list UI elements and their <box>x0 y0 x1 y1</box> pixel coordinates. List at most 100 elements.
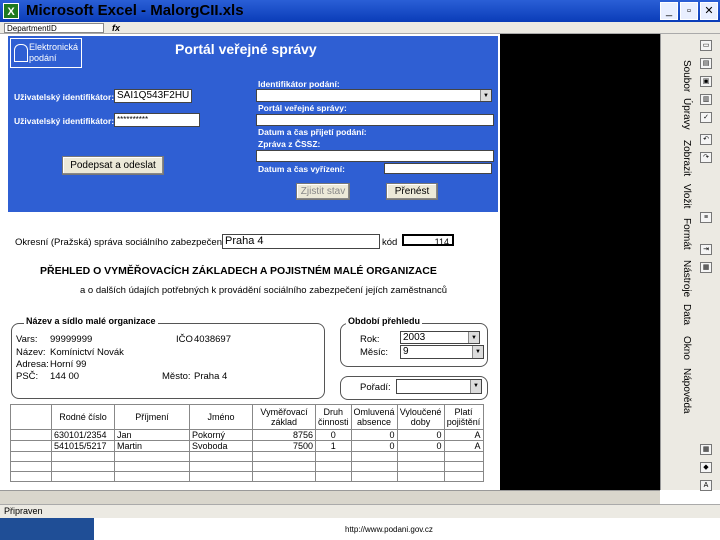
month-label: Měsíc: <box>360 347 388 358</box>
transfer-button[interactable]: Přenést <box>386 183 438 200</box>
indent-icon[interactable]: ⇥ <box>700 244 712 255</box>
table-cell[interactable]: A <box>443 429 484 441</box>
table-row[interactable] <box>10 461 484 472</box>
month-combo[interactable]: 9 ▼ <box>400 345 484 359</box>
menu-upravy[interactable]: Úpravy <box>670 98 692 130</box>
open-file-icon[interactable]: ▤ <box>700 58 712 69</box>
spelling-icon[interactable]: ✓ <box>700 112 712 123</box>
submission-id-combo[interactable]: ▼ <box>256 89 492 102</box>
window-title: Microsoft Excel - MalorgCII.xls <box>26 2 244 19</box>
fx-icon[interactable]: fx <box>112 23 120 33</box>
table-row[interactable]: 541015/5217 Martin Svoboda 7500 1 0 0 A <box>10 440 484 452</box>
office-combo[interactable]: Praha 4 <box>222 234 380 249</box>
new-file-icon[interactable]: ▭ <box>700 40 712 51</box>
table-cell[interactable]: 0 <box>396 429 445 441</box>
vs-value[interactable]: 99999999 <box>50 334 92 345</box>
year-value: 2003 <box>403 332 426 343</box>
form-subheading: a o dalších údajích potřebných k provádě… <box>80 285 448 296</box>
portal-field[interactable] <box>256 114 494 126</box>
fill-color-icon[interactable]: ◆ <box>700 462 712 473</box>
redo-icon[interactable]: ↷ <box>700 152 712 163</box>
footer-url[interactable]: http://www.podani.gov.cz <box>345 525 433 534</box>
horizontal-scrollbar[interactable] <box>0 490 660 504</box>
excel-app-icon[interactable]: X <box>3 3 19 19</box>
chevron-down-icon[interactable]: ▼ <box>470 380 481 393</box>
menu-vlozit[interactable]: Vložit <box>670 184 692 208</box>
table-header-blank <box>10 404 52 430</box>
city-value[interactable]: Praha 4 <box>194 371 227 382</box>
office-code-field[interactable]: 114 <box>402 234 454 247</box>
table-cell[interactable]: 8756 <box>252 429 316 441</box>
table-cell[interactable]: 7500 <box>252 440 316 452</box>
table-cell[interactable]: 541015/5217 <box>51 440 115 452</box>
close-button[interactable]: ✕ <box>700 2 718 20</box>
menu-format[interactable]: Formát <box>670 218 692 250</box>
logo-line2: podání <box>29 53 57 63</box>
chevron-down-icon[interactable]: ▼ <box>480 90 491 101</box>
user-id1-field[interactable]: SAI1Q543F2HU <box>114 89 192 103</box>
submission-id-label: Identifikátor podání: <box>258 79 340 89</box>
table-cell[interactable]: 0 <box>350 440 398 452</box>
logo-glyph-icon <box>14 44 28 62</box>
font-color-icon[interactable]: A <box>700 480 712 491</box>
table-row[interactable] <box>10 471 484 482</box>
name-value[interactable]: Komínictví Novák <box>50 347 124 358</box>
portal-label: Portál veřejné správy: <box>258 103 347 113</box>
epodani-logo: Elektronická podání <box>10 38 82 68</box>
table-row[interactable] <box>10 451 484 462</box>
align-icon[interactable]: ≡ <box>700 212 712 223</box>
chevron-down-icon[interactable]: ▼ <box>472 346 483 358</box>
table-cell[interactable]: 630101/2354 <box>51 429 115 441</box>
table-cell[interactable]: 1 <box>315 440 352 452</box>
table-row[interactable]: 630101/2354 Jan Pokorný 8756 0 0 0 A <box>10 429 484 441</box>
table-cell[interactable]: Martin <box>114 440 190 452</box>
received-label: Datum a čas přijetí podání: <box>258 127 367 137</box>
menu-data[interactable]: Data <box>670 304 692 325</box>
name-box[interactable]: DepartmentID <box>4 23 104 33</box>
user-id2-field[interactable]: ********** <box>114 113 200 127</box>
table-cell[interactable]: A <box>443 440 484 452</box>
settled-field[interactable] <box>384 163 492 174</box>
table-cell[interactable]: Svoboda <box>189 440 253 452</box>
cssz-field[interactable] <box>256 150 494 162</box>
year-combo[interactable]: 2003 ▼ <box>400 331 480 344</box>
form-heading: PŘEHLED O VYMĚŘOVACÍCH ZÁKLADECH A POJIS… <box>40 265 437 277</box>
table-cell <box>10 429 52 441</box>
ico-value[interactable]: 4038697 <box>194 334 231 345</box>
table-header: Jméno <box>189 404 253 430</box>
table-header: Druh činnosti <box>315 404 352 430</box>
period-group-title: Období přehledu <box>346 316 422 326</box>
table-cell[interactable]: 0 <box>350 429 398 441</box>
menu-zobrazit[interactable]: Zobrazit <box>670 140 692 176</box>
undo-icon[interactable]: ↶ <box>700 134 712 145</box>
table-cell[interactable]: Pokorný <box>189 429 253 441</box>
restore-button[interactable]: ▫ <box>680 2 698 20</box>
sign-submit-button[interactable]: Podepsat a odeslat <box>62 156 164 175</box>
menu-napoveda[interactable]: Nápověda <box>670 368 692 414</box>
menu-nastroje[interactable]: Nástroje <box>670 260 692 297</box>
borders-icon[interactable]: ▦ <box>700 444 712 455</box>
border-icon[interactable]: ▦ <box>700 262 712 273</box>
status-bar <box>0 504 720 518</box>
check-status-button[interactable]: Zjistit stav <box>296 183 350 200</box>
year-label: Rok: <box>360 334 380 345</box>
order-combo[interactable]: ▼ <box>396 379 482 394</box>
table-header: Rodné číslo <box>51 404 115 430</box>
table-cell[interactable]: 0 <box>396 440 445 452</box>
user-id1-label: Uživatelský identifikátor: <box>14 92 115 102</box>
logo-line1: Elektronická <box>29 42 79 52</box>
chevron-down-icon[interactable]: ▼ <box>468 332 479 343</box>
menu-soubor[interactable]: Soubor <box>670 60 692 92</box>
table-cell[interactable]: Jan <box>114 429 190 441</box>
formula-bar <box>0 22 720 34</box>
cssz-label: Zpráva z ČSSZ: <box>258 139 321 149</box>
table-header-row: Rodné číslo Příjmení Jméno Vyměřovací zá… <box>10 404 484 430</box>
table-cell[interactable]: 0 <box>315 429 352 441</box>
address-value[interactable]: Horní 99 <box>50 359 86 370</box>
footer-block <box>0 518 94 540</box>
minimize-button[interactable]: _ <box>660 2 678 20</box>
print-icon[interactable]: ▥ <box>700 94 712 105</box>
psc-value[interactable]: 144 00 <box>50 371 79 382</box>
save-icon[interactable]: ▣ <box>700 76 712 87</box>
menu-okno[interactable]: Okno <box>670 336 692 360</box>
